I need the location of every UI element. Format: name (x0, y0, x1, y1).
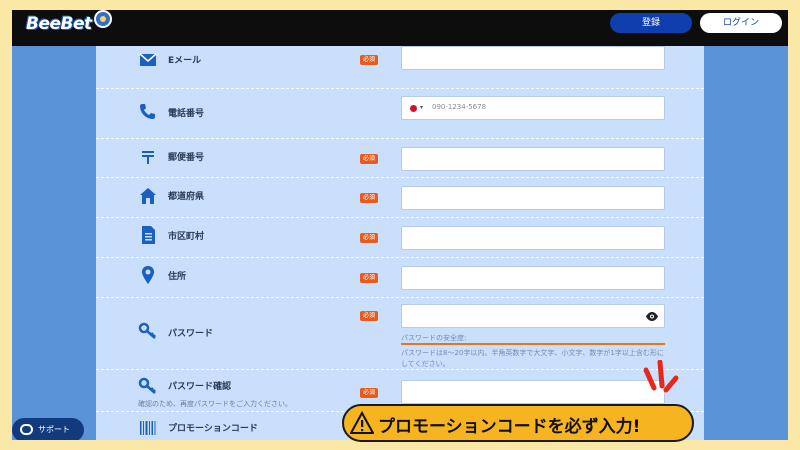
address-label: 住所 (168, 272, 187, 282)
phone-placeholder: 090-1234-5678 (432, 103, 487, 111)
form-row-phone: 電話番号 ▾ 090-1234-5678 (96, 89, 704, 139)
email-label: Eメール (168, 56, 202, 66)
top-bar: BeeBet 登録 ログイン (12, 10, 788, 46)
postal-icon (142, 151, 154, 164)
form-row-email: Eメール 必須 (96, 46, 704, 89)
login-button[interactable]: ログイン (700, 13, 782, 33)
postal-label: 郵便番号 (168, 153, 205, 163)
phone-icon (140, 104, 155, 119)
password-hint: パスワードは8〜20字以内。半角英数字で大文字、小文字、数字が1字以上含む形にし… (401, 349, 664, 368)
eye-icon[interactable] (646, 312, 658, 321)
password-strength-bar (401, 343, 665, 345)
city-input[interactable] (401, 226, 665, 250)
prefecture-label: 都道府県 (168, 192, 205, 202)
chat-icon (20, 424, 33, 435)
phone-label: 電話番号 (168, 109, 205, 119)
support-button[interactable]: サポート (12, 418, 84, 440)
chevron-down-icon[interactable]: ▾ (420, 104, 423, 111)
location-pin-icon (142, 266, 154, 284)
required-badge: 必須 (360, 55, 378, 65)
required-badge: 必須 (360, 154, 378, 164)
register-button[interactable]: 登録 (610, 13, 692, 33)
required-badge: 必須 (360, 388, 378, 398)
required-badge: 必須 (360, 273, 378, 283)
address-input[interactable] (401, 266, 665, 290)
prefecture-input[interactable] (401, 186, 665, 210)
promo-banner-text: プロモーションコードを必ず入力! (378, 417, 641, 437)
barcode-icon (140, 421, 156, 435)
password-label: パスワード (168, 329, 214, 339)
password-confirm-hint: 確認のため、再度パスワードをご入力ください。 (138, 400, 292, 408)
password-strength-label: パスワードの安全度: (401, 334, 467, 342)
key-icon (138, 322, 156, 339)
postal-input[interactable] (401, 147, 665, 171)
required-badge: 必須 (360, 311, 378, 321)
bee-logo-icon (94, 10, 112, 28)
japan-flag-icon (410, 105, 417, 112)
form-row-address: 住所 必須 (96, 258, 704, 298)
password-confirm-input[interactable] (401, 380, 665, 404)
form-row-city: 市区町村 必須 (96, 218, 704, 258)
logo[interactable]: BeeBet (26, 14, 92, 34)
support-label: サポート (38, 425, 70, 434)
registration-form: Eメール 必須 電話番号 ▾ 090-1234-5678 郵便番号 必須 都道府… (96, 46, 704, 440)
mail-icon (139, 53, 157, 66)
emphasis-lines-icon (643, 360, 679, 393)
required-badge: 必須 (360, 193, 378, 203)
warning-icon (350, 411, 374, 434)
promo-label: プロモーションコード (168, 424, 258, 434)
password-confirm-label: パスワード確認 (168, 382, 232, 392)
required-badge: 必須 (360, 233, 378, 243)
password-input[interactable] (401, 304, 665, 328)
email-input[interactable] (401, 46, 665, 70)
home-icon (140, 188, 156, 204)
key-icon (138, 377, 156, 394)
phone-input[interactable]: ▾ 090-1234-5678 (401, 96, 665, 120)
form-row-postal: 郵便番号 必須 (96, 139, 704, 178)
form-row-prefecture: 都道府県 必須 (96, 178, 704, 218)
city-label: 市区町村 (168, 232, 205, 242)
promo-banner: プロモーションコードを必ず入力! (342, 404, 694, 442)
document-icon (142, 226, 155, 244)
